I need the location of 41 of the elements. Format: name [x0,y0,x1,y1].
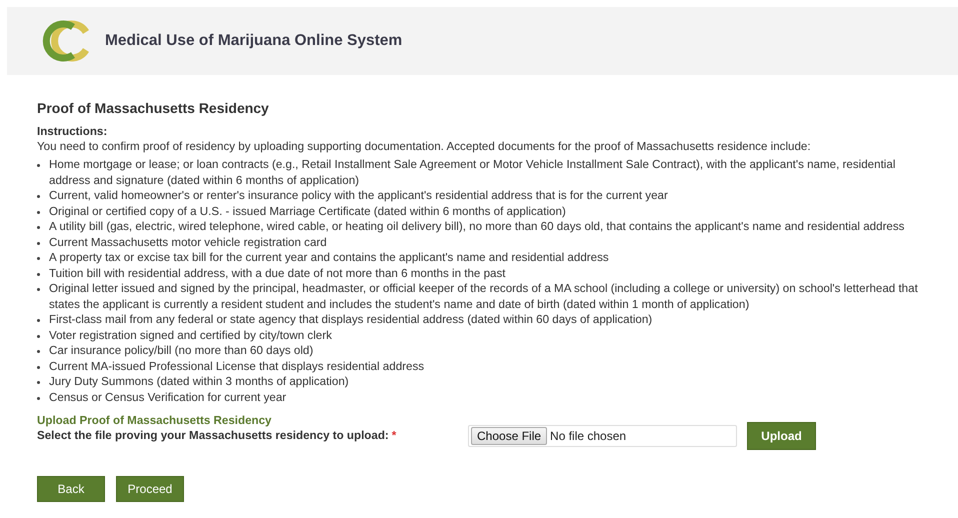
upload-button[interactable]: Upload [747,422,816,450]
bullet-icon [37,334,40,338]
instructions-text: You need to confirm proof of residency by uploading supporting documentation. Accepted documents for the proof of Massachusetts residence include: [37,139,812,154]
file-status: No file chosen [550,429,626,443]
app-title: Medical Use of Marijuana Online System [105,32,402,50]
proceed-button[interactable]: Proceed [116,476,184,502]
bullet-icon [37,381,40,384]
document-item: Census or Census Verification for current year [49,390,286,405]
bullet-icon [37,164,40,167]
file-input-field[interactable]: Choose File No file chosen [468,425,737,447]
document-item: Jury Duty Summons (dated within 3 months of application) [49,374,349,390]
bullet-icon [37,272,40,276]
back-button[interactable]: Back [37,476,105,502]
bullet-icon [37,257,40,260]
choose-file-button[interactable]: Choose File [471,427,548,445]
document-item: A utility bill (gas, electric, wired telephone, wired cable, or heating oil delivery bill), no more than 60 days old, that contains the applicant's name and residential address [49,219,904,234]
bullet-icon [37,366,40,368]
bullet-icon [37,195,40,198]
bullet-icon [37,226,40,229]
document-item: Car insurance policy/bill (no more than 60 days old) [49,343,314,358]
bullet-icon [37,210,40,214]
required-mark: * [392,429,396,442]
bullet-icon [37,242,40,244]
document-item: First-class mail from any federal or state agency that displays residential address (dated within 60 days of application) [49,312,652,328]
document-item: Voter registration signed and certified by city/town clerk [49,328,332,343]
bullet-icon [37,288,40,291]
instructions-label: Instructions: [37,124,108,139]
bullet-icon [37,350,40,353]
document-item: Tuition bill with residential address, with a due date of not more than 6 months in the past [49,266,506,281]
document-item: Original or certified copy of a U.S. - issued Marriage Certificate (dated within 6 months of application) [49,204,566,219]
upload-heading: Upload Proof of Massachusetts Residency [37,413,273,428]
document-item: Home mortgage or lease; or loan contracts (e.g., Retail Installment Sale Agreement or Motor Vehicle Installment Sale Contract), with the applicant's name, residential address and signature (dated within 6 months of application) [49,157,896,188]
document-item: Original letter issued and signed by the principal, headmaster, or official keeper of the records of a MA school (including a college or university) on school's letterhead that states the applicant is currently a resident student and includes the student's name and date of birth (dated within 1 month of application) [49,281,918,312]
document-item: Current MA-issued Professional License that displays residential address [49,358,424,374]
page-title: Proof of Massachusetts Residency [37,100,270,116]
bullet-icon [37,396,40,400]
bullet-icon [37,319,40,322]
document-item: Current Massachusetts motor vehicle registration card [49,234,327,250]
document-item: Current, valid homeowner's or renter's insurance policy with the applicant's residential address that is for the current year [49,188,668,204]
file-label: Select the file proving your Massachusetts residency to upload: [37,429,389,442]
document-item: A property tax or excise tax bill for the current year and contains the applicant's name and residential address [49,250,609,266]
